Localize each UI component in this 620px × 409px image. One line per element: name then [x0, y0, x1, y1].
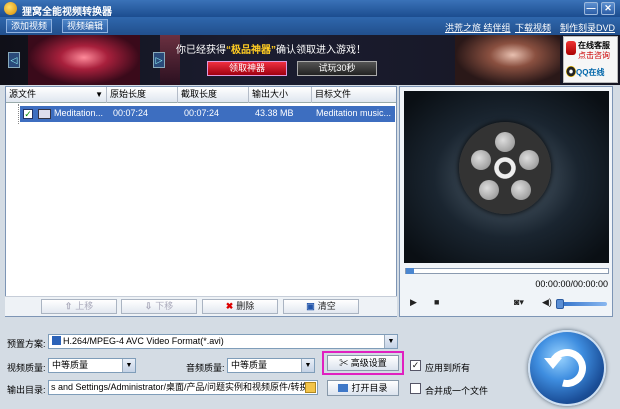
- row-source: Meditation...: [54, 108, 104, 118]
- output-dir-label: 输出目录:: [7, 385, 46, 395]
- clear-button[interactable]: ▣ 清空: [283, 299, 359, 314]
- online-service-panel[interactable]: 在线客服 点击咨询 QQ在线: [563, 36, 618, 83]
- volume-knob[interactable]: [556, 299, 564, 309]
- headset-icon: [566, 41, 576, 55]
- preset-select[interactable]: H.264/MPEG-4 AVC Video Format(*.avi) ▼: [48, 334, 398, 349]
- preview-panel: 00:00:00/00:00:00 ▶ ■ ◙▾ ◀): [399, 86, 613, 317]
- qq-icon: [566, 66, 576, 77]
- merge-checkbox[interactable]: [410, 383, 421, 394]
- delete-button[interactable]: ✖ 删除: [202, 299, 278, 314]
- header-orig-length[interactable]: 原始长度: [107, 87, 178, 103]
- title-bar: 狸窝全能视频转换器 — ✕: [0, 0, 620, 18]
- chevron-down-icon[interactable]: ▼: [384, 335, 397, 348]
- trial-button[interactable]: 试玩30秒: [297, 61, 377, 76]
- add-video-button[interactable]: 添加视频: [6, 19, 53, 33]
- banner-prev-icon[interactable]: ◁: [8, 52, 20, 68]
- table-row[interactable]: ✓ Meditation... 00:07:24 00:07:24 43.38 …: [20, 106, 395, 122]
- service-sub: 点击咨询: [578, 51, 610, 60]
- volume-slider[interactable]: [556, 299, 607, 309]
- ad-banner[interactable]: ◁ ▷ 你已经获得“极品神器”确认领取进入游戏！ 领取神器 试玩30秒: [0, 35, 620, 85]
- claim-button[interactable]: 领取神器: [207, 61, 287, 76]
- edit-video-button[interactable]: 视频编辑: [62, 19, 109, 33]
- header-target-file[interactable]: 目标文件: [312, 87, 396, 103]
- video-quality-select[interactable]: 中等质量 ▼: [48, 358, 136, 373]
- move-down-button[interactable]: ⇩ 下移: [121, 299, 197, 314]
- apply-all-checkbox[interactable]: ✓: [410, 360, 421, 371]
- list-toolbar: ⇧ 上移 ⇩ 下移 ✖ 删除 ▣ 清空: [5, 296, 397, 316]
- header-output-size[interactable]: 输出大小: [249, 87, 312, 103]
- row-checkbox[interactable]: ✓: [23, 109, 33, 119]
- merge-label: 合并成一个文件: [425, 386, 489, 396]
- header-cut-length[interactable]: 截取长度: [178, 87, 249, 103]
- qq-online-link[interactable]: QQ在线: [576, 67, 604, 78]
- move-up-button[interactable]: ⇧ 上移: [41, 299, 117, 314]
- up-arrow-icon: ⇧: [64, 301, 73, 311]
- burn-dvd-link[interactable]: 制作刻录DVD: [560, 21, 615, 34]
- row-orig-length: 00:07:24: [113, 108, 149, 118]
- preview-screen: [404, 91, 609, 263]
- chevron-down-icon[interactable]: ▼: [122, 359, 135, 372]
- banner-art-right: [455, 35, 560, 85]
- audio-quality-select[interactable]: 中等质量 ▼: [227, 358, 315, 373]
- game-link[interactable]: 洪荒之旅 结伴组: [445, 21, 511, 34]
- seek-slider[interactable]: [405, 268, 609, 274]
- play-icon[interactable]: ▶: [410, 297, 417, 308]
- row-size: 43.38 MB: [255, 108, 294, 118]
- clear-icon: ▣: [306, 301, 315, 311]
- down-arrow-icon: ⇩: [144, 301, 153, 311]
- file-list[interactable]: 源文件 ▼ 原始长度 截取长度 输出大小 目标文件 ✓ Meditation...…: [5, 86, 397, 317]
- folder-icon[interactable]: [305, 382, 316, 393]
- header-source[interactable]: 源文件 ▼: [6, 87, 107, 103]
- open-dir-button[interactable]: 打开目录: [327, 380, 399, 396]
- stop-icon[interactable]: ■: [434, 297, 439, 307]
- audio-quality-label: 音频质量:: [186, 363, 225, 373]
- timecode: 00:00:00/00:00:00: [535, 279, 608, 289]
- download-video-link[interactable]: 下载视频: [515, 21, 551, 34]
- window-title: 狸窝全能视频转换器: [22, 7, 112, 18]
- row-cut-length: 00:07:24: [184, 108, 220, 118]
- video-quality-label: 视频质量:: [7, 363, 46, 373]
- menu-bar: 添加视频 视频编辑 洪荒之旅 结伴组 下载视频 制作刻录DVD: [0, 17, 620, 35]
- banner-art-left: [28, 35, 140, 85]
- close-button[interactable]: ✕: [601, 2, 615, 15]
- minimize-button[interactable]: —: [584, 2, 598, 15]
- video-file-icon: [38, 109, 51, 119]
- banner-text: 你已经获得“极品神器”确认领取进入游戏！: [176, 45, 366, 56]
- app-logo-icon: [4, 2, 17, 15]
- open-folder-icon: [338, 384, 349, 392]
- snapshot-icon[interactable]: ◙▾: [514, 297, 524, 308]
- convert-button[interactable]: [528, 330, 606, 406]
- chevron-down-icon[interactable]: ▼: [301, 359, 314, 372]
- volume-icon[interactable]: ◀): [542, 297, 552, 308]
- tools-icon: ✂: [339, 358, 351, 368]
- seek-thumb[interactable]: [406, 268, 414, 274]
- output-dir-field[interactable]: s and Settings/Administrator/桌面/产品/问题实例和…: [48, 380, 318, 395]
- file-list-header: 源文件 ▼ 原始长度 截取长度 输出大小 目标文件: [6, 87, 396, 103]
- banner-next-icon[interactable]: ▷: [153, 52, 165, 68]
- apply-all-label: 应用到所有: [425, 363, 471, 373]
- player-controls: ▶ ■ ◙▾ ◀): [404, 295, 609, 311]
- delete-x-icon: ✖: [225, 301, 234, 311]
- row-target: Meditation music...: [316, 108, 392, 118]
- film-reel-icon: [459, 122, 551, 214]
- preset-format-icon: [52, 336, 61, 345]
- preset-label: 预置方案:: [7, 339, 46, 349]
- tree-line: [18, 104, 19, 124]
- advanced-settings-button[interactable]: ✂ 高级设置: [327, 355, 399, 371]
